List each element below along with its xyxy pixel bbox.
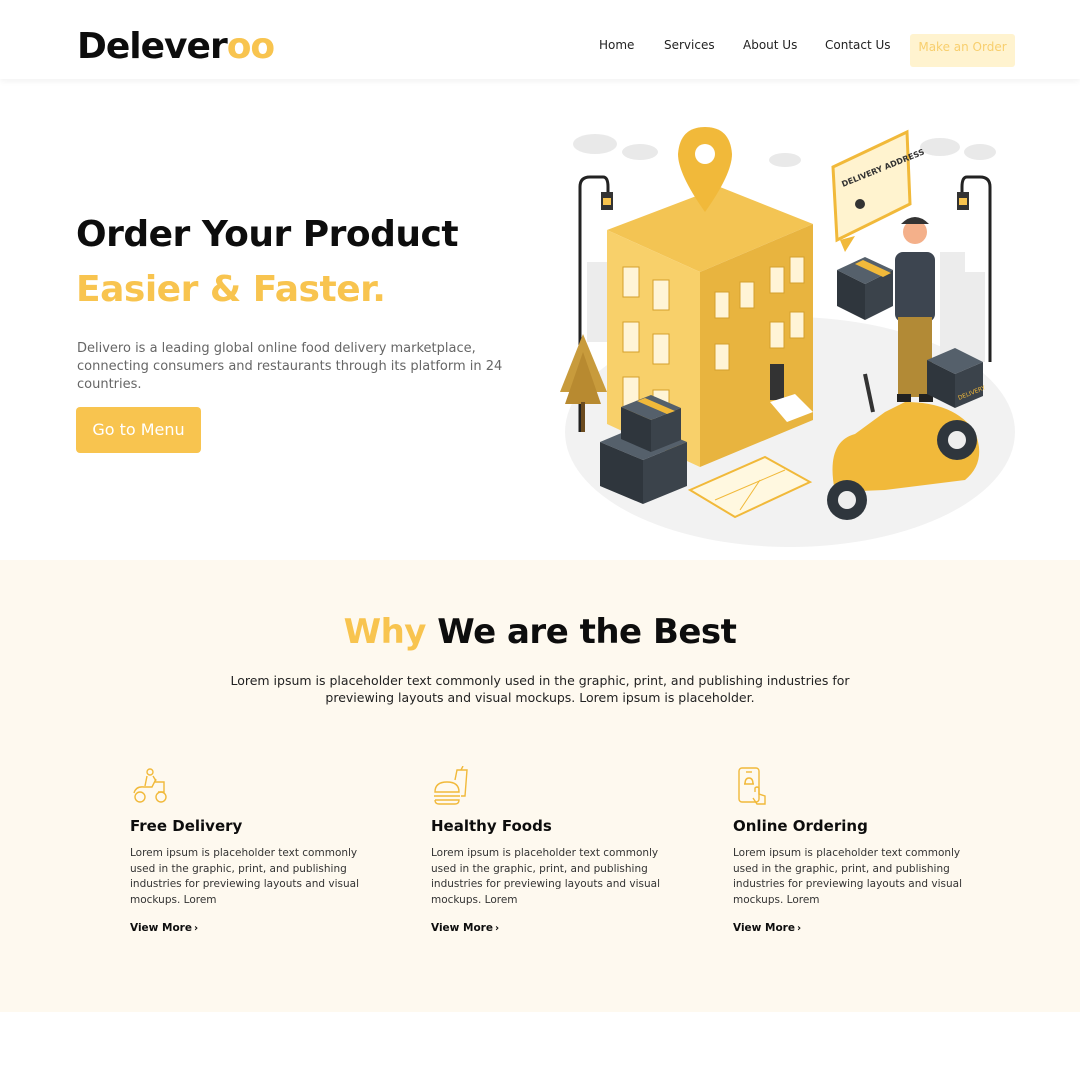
chevron-right-icon: › [494, 923, 500, 934]
feature-description: Lorem ipsum is placeholder text commonly… [431, 847, 660, 906]
feature-description: Lorem ipsum is placeholder text commonly… [733, 847, 962, 906]
site-header: Deleveroo Home Services About Us Contact… [0, 0, 1080, 79]
view-more-link[interactable]: View More › [130, 922, 198, 934]
phone-order-icon [738, 767, 766, 805]
view-more-label: View More [733, 922, 795, 934]
nav-about-link[interactable]: About Us [743, 38, 797, 52]
nav-contact-link[interactable]: Contact Us [825, 38, 891, 52]
make-order-button[interactable]: Make an Order [910, 34, 1015, 67]
chevron-right-icon: › [193, 923, 199, 934]
why-title: Why We are the Best [0, 610, 1080, 654]
cloud-icons [573, 134, 996, 167]
view-more-link[interactable]: View More › [733, 922, 801, 934]
logo[interactable]: Deleveroo [77, 25, 275, 69]
nav-services-link[interactable]: Services [664, 38, 715, 52]
hero-description: Delivero is a leading global online food… [77, 341, 503, 392]
logo-accent-text: oo [226, 26, 275, 67]
why-title-main: We are the Best [437, 612, 737, 652]
feature-title: Free Delivery [130, 817, 243, 835]
view-more-label: View More [431, 922, 493, 934]
feature-title: Online Ordering [733, 817, 868, 835]
scooter-delivery-icon [133, 768, 167, 803]
chevron-right-icon: › [796, 923, 802, 934]
delivery-illustration: DELIVERY ADDRESS DELIVERY [560, 127, 1015, 547]
feature-title: Healthy Foods [431, 817, 552, 835]
feature-description: Lorem ipsum is placeholder text commonly… [130, 847, 359, 906]
package-box-icon [837, 257, 893, 320]
hero-title: Order Your Product [76, 214, 459, 255]
go-to-menu-button[interactable]: Go to Menu [76, 407, 201, 453]
why-description: Lorem ipsum is placeholder text commonly… [230, 673, 850, 705]
why-section: Why We are the Best Lorem ipsum is place… [0, 560, 1080, 1012]
logo-main-text: Delever [77, 26, 228, 67]
feature-free-delivery: Free Delivery Lorem ipsum is placeholder… [130, 766, 370, 935]
hero-subtitle: Easier & Faster. [76, 269, 386, 310]
burger-drink-icon [434, 766, 468, 805]
nav-home-link[interactable]: Home [599, 38, 634, 52]
feature-online-ordering: Online Ordering Lorem ipsum is placehold… [733, 766, 973, 935]
view-more-label: View More [130, 922, 192, 934]
why-title-accent: Why [343, 612, 427, 652]
view-more-link[interactable]: View More › [431, 922, 499, 934]
feature-healthy-foods: Healthy Foods Lorem ipsum is placeholder… [431, 766, 671, 935]
